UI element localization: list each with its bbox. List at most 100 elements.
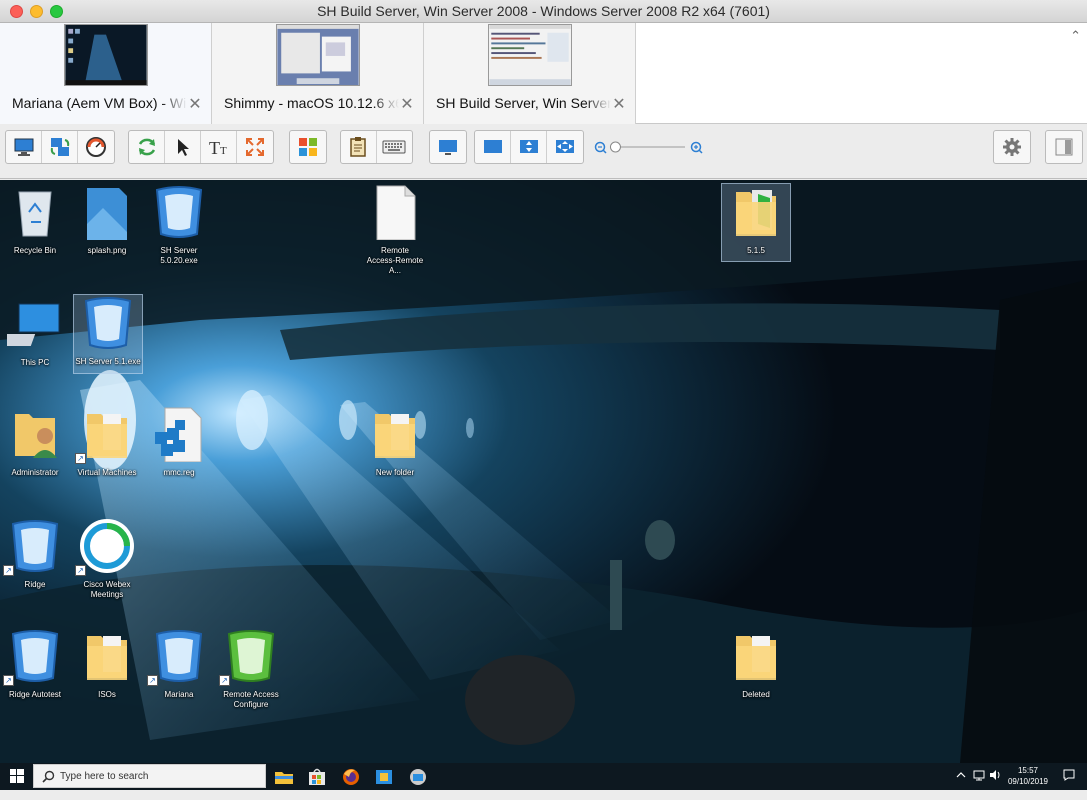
minimize-window-button[interactable] <box>30 5 43 18</box>
tab-mariana[interactable]: Mariana (Aem VM Box) - Windows ✕ <box>0 23 212 124</box>
desktop-icon-label: ISOs <box>98 690 116 699</box>
start-menu-group <box>289 130 327 164</box>
tab-close-icon[interactable]: ✕ <box>187 94 203 114</box>
vm-desktop[interactable]: Recycle Bin splash.png SH Server 5.0.20.… <box>0 180 1087 763</box>
sidebar-group <box>1045 130 1083 164</box>
view-group <box>5 130 115 164</box>
virtual-machines-folder-icon[interactable]: ↗ Virtual Machines <box>72 406 142 478</box>
this-pc-icon[interactable]: This PC <box>0 296 70 368</box>
shortcut-arrow-icon: ↗ <box>219 675 230 686</box>
shortcut-arrow-icon: ↗ <box>75 565 86 576</box>
desktop-icon-label: Ridge <box>24 580 46 589</box>
desktop-icon-label: Virtual Machines <box>77 468 137 477</box>
svg-text:T: T <box>209 138 220 158</box>
tab-sh-build-server[interactable]: SH Build Server, Win Server 2008 ✕ <box>424 23 636 124</box>
zoom-slider[interactable] <box>592 139 707 155</box>
shortcut-arrow-icon: ↗ <box>147 675 158 686</box>
desktop-icon-label: Remote Access-Remote A... <box>366 246 424 275</box>
search-placeholder: Type here to search <box>60 771 149 782</box>
clipboard-icon[interactable] <box>341 131 377 163</box>
volume-icon[interactable] <box>988 768 1002 782</box>
folder-5-1-5-icon[interactable]: 5.1.5 <box>721 183 791 262</box>
close-window-button[interactable] <box>10 5 23 18</box>
shortcut-arrow-icon: ↗ <box>75 453 86 464</box>
gear-icon[interactable] <box>994 131 1030 163</box>
isos-folder-icon[interactable]: ISOs <box>72 628 142 700</box>
tab-thumbnail <box>63 24 148 86</box>
pointer-icon[interactable] <box>165 131 201 163</box>
tab-label: Shimmy - macOS 10.12.6 x64 <box>224 95 399 111</box>
desktop-icon-label: New folder <box>375 468 415 477</box>
search-icon <box>42 770 55 783</box>
app-window: SH Build Server, Win Server 2008 - Windo… <box>0 0 1087 800</box>
network-icon[interactable] <box>972 768 986 782</box>
tab-close-icon[interactable]: ✕ <box>399 94 415 114</box>
fullscreen-icon[interactable] <box>237 131 273 163</box>
desktop-icon-label: Administrator <box>11 468 59 477</box>
remote-access-file-icon[interactable]: Remote Access-Remote A... <box>360 184 430 276</box>
shortcut-arrow-icon: ↗ <box>3 565 14 576</box>
desktop-icon-label: Remote Access Configure <box>223 690 279 709</box>
notifications-icon[interactable] <box>1062 768 1076 782</box>
recycle-bin-icon[interactable]: Recycle Bin <box>0 184 70 256</box>
store-icon[interactable] <box>306 766 328 788</box>
vm-app-icon[interactable] <box>373 766 395 788</box>
keyboard-icon[interactable] <box>377 131 413 163</box>
tab-thumbnail <box>275 24 360 86</box>
mmc-reg-icon[interactable]: mmc.reg <box>144 406 214 478</box>
taskbar-clock[interactable]: 15:57 09/10/2019 <box>1005 765 1051 787</box>
switch-vm-icon[interactable] <box>42 131 78 163</box>
text-input-icon[interactable]: TT <box>201 131 237 163</box>
windows-start-button[interactable] <box>0 763 33 789</box>
interaction-group: TT <box>128 130 274 164</box>
title-bar[interactable]: SH Build Server, Win Server 2008 - Windo… <box>0 0 1087 23</box>
tab-label: SH Build Server, Win Server 2008 <box>436 95 611 111</box>
mariana-shortcut-icon[interactable]: ↗ Mariana <box>144 628 214 700</box>
desktop-icon-label: Recycle Bin <box>13 246 57 255</box>
chevron-up-icon[interactable] <box>955 769 967 781</box>
deleted-folder-icon[interactable]: Deleted <box>721 628 791 700</box>
new-folder-icon[interactable]: New folder <box>360 406 430 478</box>
taskbar-search-box[interactable]: Type here to search <box>33 764 266 788</box>
administrator-folder-icon[interactable]: Administrator <box>0 406 70 478</box>
clock-date: 09/10/2019 <box>1007 777 1049 786</box>
tab-thumbnail <box>487 24 572 86</box>
sidebar-toggle-icon[interactable] <box>1046 131 1082 163</box>
svg-text:T: T <box>220 145 227 157</box>
windows-start-icon[interactable] <box>290 131 326 163</box>
desktop-icon-label: Ridge Autotest <box>8 690 62 699</box>
window-bottom-edge <box>0 790 1087 800</box>
shortcut-arrow-icon: ↗ <box>3 675 14 686</box>
ridge-autotest-shortcut-icon[interactable]: ↗ Ridge Autotest <box>0 628 70 700</box>
refresh-icon[interactable] <box>129 131 165 163</box>
file-explorer-icon[interactable] <box>273 766 295 788</box>
ridge-shortcut-icon[interactable]: ↗ Ridge <box>0 518 70 590</box>
sh-server-5-1-icon[interactable]: SH Server 5.1.exe <box>73 294 143 374</box>
remote-desktop-icon[interactable] <box>407 766 429 788</box>
cisco-webex-icon[interactable]: ↗ Cisco Webex Meetings <box>72 518 142 600</box>
desktop-icon-label: SH Server 5.0.20.exe <box>160 246 198 265</box>
vm-tab-bar: Mariana (Aem VM Box) - Windows ✕ Shimmy … <box>0 23 1087 124</box>
tab-label: Mariana (Aem VM Box) - Windows <box>12 95 187 111</box>
desktop-icon-label: SH Server 5.1.exe <box>75 357 141 366</box>
splash-png-icon[interactable]: splash.png <box>72 184 142 256</box>
settings-group <box>993 130 1031 164</box>
sh-server-5-0-20-icon[interactable]: SH Server 5.0.20.exe <box>144 184 214 266</box>
collapse-tabs-icon[interactable]: ⌃ <box>1070 28 1081 44</box>
single-screen-icon[interactable] <box>430 131 466 163</box>
windows-logo-icon <box>9 769 24 783</box>
scaling-group <box>474 130 584 164</box>
tab-shimmy[interactable]: Shimmy - macOS 10.12.6 x64 ✕ <box>212 23 424 124</box>
fit-window-icon[interactable] <box>475 131 511 163</box>
tab-close-icon[interactable]: ✕ <box>611 94 627 114</box>
maximize-window-button[interactable] <box>50 5 63 18</box>
performance-gauge-icon[interactable] <box>78 131 114 163</box>
stretch-all-icon[interactable] <box>547 131 583 163</box>
remote-access-configure-icon[interactable]: ↗ Remote Access Configure <box>216 628 286 710</box>
display-icon[interactable] <box>6 131 42 163</box>
toolbar: TT <box>0 125 1087 179</box>
desktop-icon-label: Deleted <box>742 690 770 699</box>
stretch-vertical-icon[interactable] <box>511 131 547 163</box>
desktop-icon-label: Cisco Webex Meetings <box>83 580 131 599</box>
firefox-icon[interactable] <box>340 766 362 788</box>
